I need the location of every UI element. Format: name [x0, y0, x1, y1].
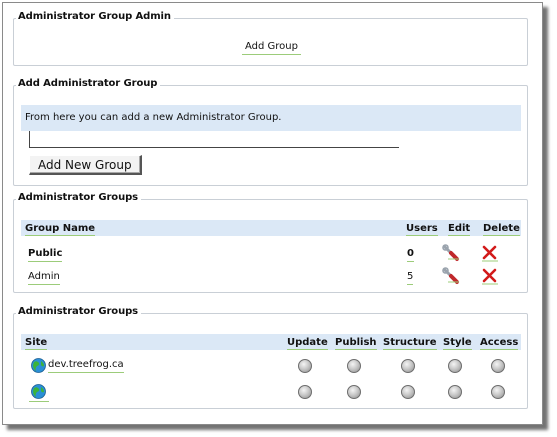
- update-permission-radio[interactable]: [298, 359, 312, 373]
- column-header-group-name[interactable]: Group Name: [25, 223, 96, 236]
- column-header-update: Update: [287, 337, 328, 350]
- globe-icon: [31, 358, 46, 373]
- column-header-structure: Structure: [383, 337, 437, 350]
- users-count: 5: [407, 271, 414, 285]
- column-header-edit: Edit: [448, 223, 471, 236]
- access-permission-radio[interactable]: [491, 359, 505, 373]
- access-permission-radio[interactable]: [491, 385, 505, 399]
- site-access-legend: Administrator Groups: [16, 306, 142, 317]
- add-new-group-button[interactable]: Add New Group: [29, 155, 142, 175]
- info-message: From here you can add a new Administrato…: [21, 105, 521, 131]
- structure-permission-radio[interactable]: [401, 359, 415, 373]
- groups-legend: Administrator Groups: [16, 192, 142, 203]
- column-header-site[interactable]: Site: [25, 337, 48, 350]
- style-permission-radio[interactable]: [448, 385, 462, 399]
- groups-section: Administrator Groups Group Name Users Ed…: [13, 192, 528, 293]
- red-x-delete-icon[interactable]: [481, 244, 499, 263]
- group-name-input[interactable]: [29, 131, 399, 148]
- site-access-table-header: Site Update Publish Structure Style Acce…: [21, 334, 521, 350]
- site-link[interactable]: dev.treefrog.ca: [48, 359, 124, 373]
- column-header-users[interactable]: Users: [406, 223, 438, 236]
- groups-table-header: Group Name Users Edit Delete: [21, 220, 521, 236]
- column-header-publish: Publish: [335, 337, 377, 350]
- site-link-underline: [29, 401, 49, 402]
- users-count: 0: [407, 248, 414, 262]
- column-header-style: Style: [443, 337, 472, 350]
- group-admin-legend: Administrator Group Admin: [16, 11, 174, 22]
- style-permission-radio[interactable]: [448, 359, 462, 373]
- column-header-delete: Delete: [483, 223, 520, 236]
- globe-icon: [31, 384, 46, 399]
- wrench-edit-icon[interactable]: [442, 244, 462, 263]
- window-frame: Administrator Group Admin Add Group Add …: [2, 2, 543, 425]
- wrench-edit-icon[interactable]: [442, 267, 462, 286]
- structure-permission-radio[interactable]: [401, 385, 415, 399]
- group-name-admin[interactable]: Admin: [28, 271, 60, 285]
- update-permission-radio[interactable]: [298, 385, 312, 399]
- group-admin-section: Administrator Group Admin Add Group: [13, 11, 528, 66]
- red-x-delete-icon[interactable]: [481, 267, 499, 286]
- add-group-section: Add Administrator Group From here you ca…: [13, 78, 528, 186]
- site-access-section: Administrator Groups Site Update Publish…: [13, 306, 528, 409]
- add-group-link[interactable]: Add Group: [242, 41, 301, 55]
- add-group-legend: Add Administrator Group: [16, 78, 161, 89]
- publish-permission-radio[interactable]: [347, 359, 361, 373]
- group-name-public[interactable]: Public: [28, 248, 63, 262]
- column-header-access: Access: [480, 337, 519, 350]
- publish-permission-radio[interactable]: [347, 385, 361, 399]
